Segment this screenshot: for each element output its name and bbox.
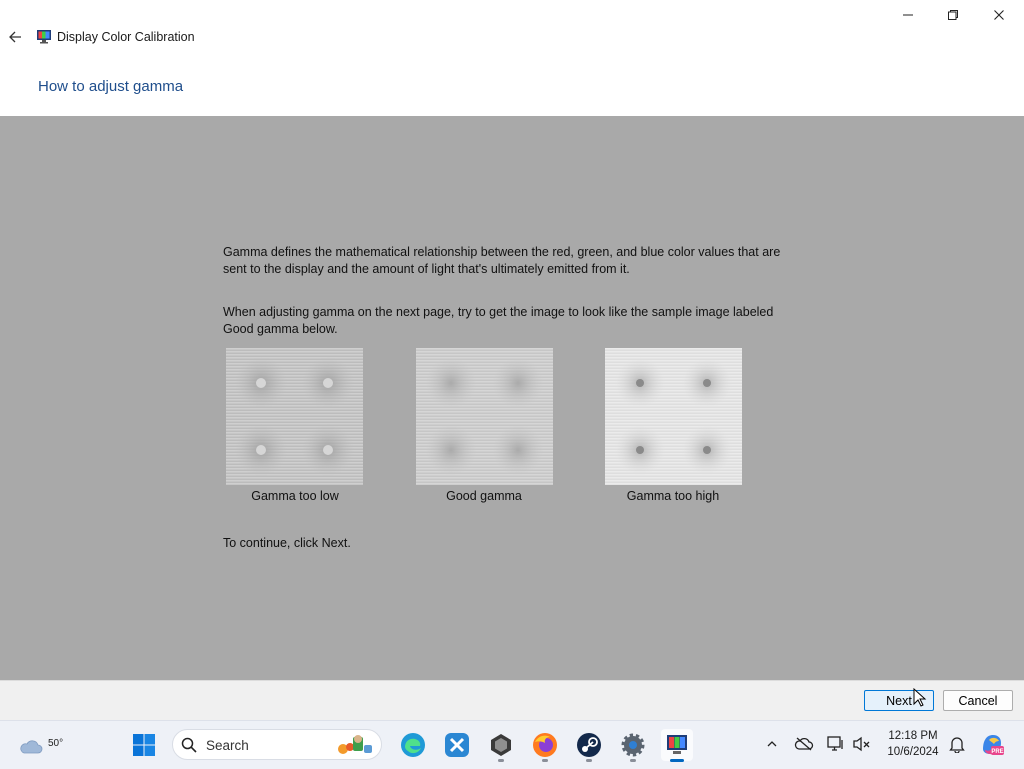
restore-button[interactable] [930, 0, 976, 30]
gamma-instruction-text: When adjusting gamma on the next page, t… [223, 305, 774, 336]
continue-instruction: To continue, click Next. [223, 536, 351, 550]
gamma-too-low-sample-image [226, 348, 363, 485]
running-indicator [498, 759, 504, 762]
page-heading: How to adjust gamma [38, 78, 184, 95]
window-title: Display Color Calibration [57, 30, 195, 44]
weather-widget[interactable]: 50° [16, 729, 63, 761]
taskbar-steam[interactable] [573, 729, 605, 762]
good-gamma-caption: Good gamma [446, 489, 522, 503]
taskbar-xbox[interactable] [441, 729, 473, 761]
back-button[interactable] [4, 26, 26, 48]
running-indicator [586, 759, 592, 762]
active-indicator [670, 759, 684, 762]
mouse-cursor-icon [913, 688, 927, 707]
minimize-icon [903, 14, 913, 16]
xbox-icon [445, 733, 469, 757]
clock-date: 10/6/2024 [887, 746, 939, 758]
gamma-too-low-caption: Gamma too low [251, 489, 339, 503]
taskbar-firefox[interactable] [529, 729, 561, 762]
copilot-pre-icon: PRE [983, 735, 1004, 755]
restore-icon [948, 10, 958, 20]
weather-temperature: 50° [48, 738, 64, 749]
settings-icon [621, 733, 645, 757]
gamma-definition-text: Gamma defines the mathematical relations… [223, 245, 781, 276]
running-indicator [542, 759, 548, 762]
edge-icon [401, 733, 425, 757]
display-color-calibration-icon [37, 30, 51, 44]
display-color-calibration-icon [667, 735, 687, 754]
search-highlight-icon [338, 735, 372, 754]
cloud-offline-icon [794, 737, 814, 751]
taskbar: 50° Search 12:18 PM 10/6/2024 PRE [0, 720, 1024, 769]
minimize-button[interactable] [885, 0, 931, 30]
speaker-muted-icon [853, 736, 870, 752]
title-bar: Display Color Calibration [0, 0, 1024, 74]
taskbar-search-box[interactable]: Search [172, 729, 382, 760]
gamma-too-high-sample-image [605, 348, 742, 485]
close-icon [994, 10, 1004, 20]
cloud-icon [20, 740, 43, 754]
volume-tray-button[interactable] [851, 733, 873, 755]
taskbar-edge[interactable] [397, 729, 429, 761]
bell-icon [949, 737, 965, 753]
search-icon [181, 737, 197, 753]
running-indicator [630, 759, 636, 762]
calibration-content: Gamma defines the mathematical relations… [0, 116, 1024, 680]
back-arrow-icon [9, 31, 21, 43]
network-tray-button[interactable] [825, 733, 847, 755]
chevron-up-icon [767, 741, 777, 747]
gamma-too-high-caption: Gamma too high [626, 489, 720, 503]
windows-start-icon [133, 734, 155, 756]
onedrive-tray-button[interactable] [793, 733, 815, 755]
svg-text:PRE: PRE [991, 749, 1003, 755]
search-label: Search [206, 738, 249, 753]
close-button[interactable] [976, 0, 1022, 30]
taskbar-display-color-calibration[interactable] [661, 729, 693, 762]
clock-time: 12:18 PM [888, 730, 938, 742]
button-bar: Next Cancel [0, 680, 1024, 721]
taskbar-clock[interactable]: 12:18 PM 10/6/2024 [878, 728, 948, 760]
firefox-icon [533, 733, 557, 757]
show-hidden-icons-button[interactable] [761, 733, 783, 755]
taskbar-unity[interactable] [485, 729, 517, 762]
unity-icon [491, 734, 511, 756]
taskbar-settings[interactable] [617, 729, 649, 762]
display-network-icon [827, 736, 843, 751]
notifications-button[interactable] [946, 733, 968, 755]
copilot-button[interactable]: PRE [979, 731, 1005, 757]
good-gamma-sample-image [416, 348, 553, 485]
start-button[interactable] [128, 729, 160, 761]
steam-icon [577, 733, 601, 757]
cancel-button[interactable]: Cancel [943, 690, 1013, 711]
